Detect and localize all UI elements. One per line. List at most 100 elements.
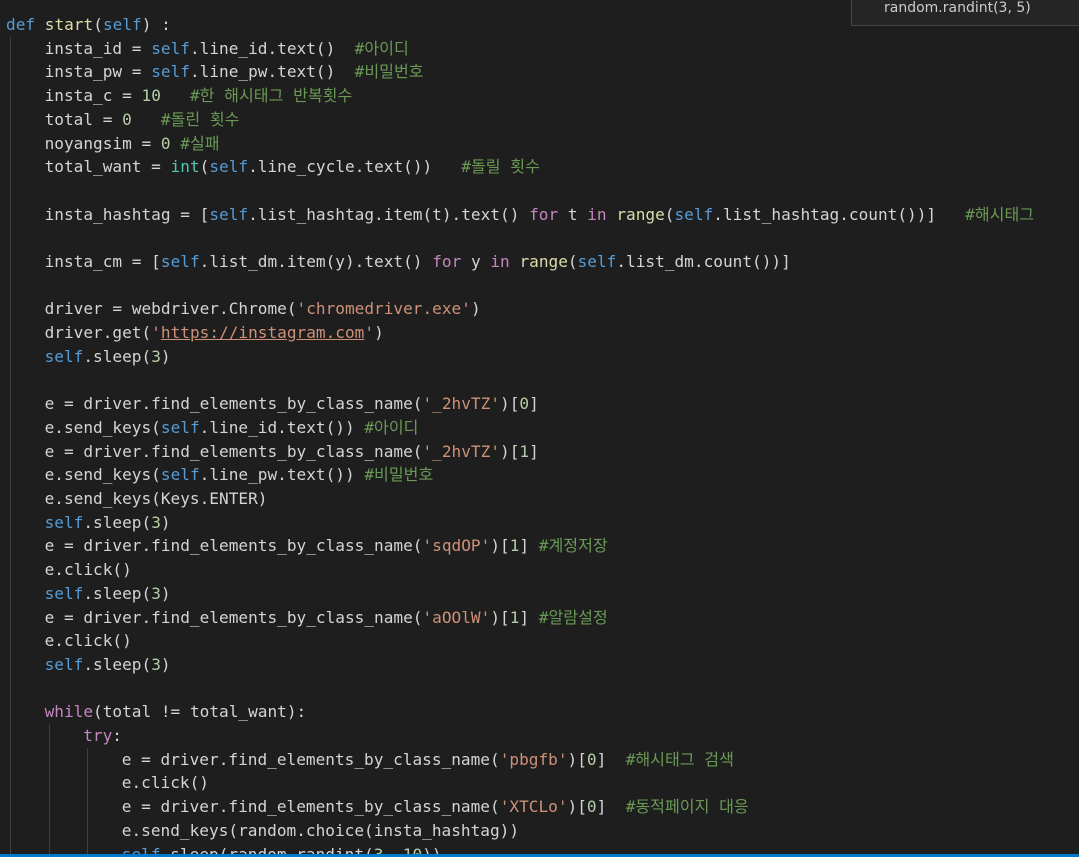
code-line[interactable]: insta_hashtag = [self.list_hashtag.item(… [45, 203, 1035, 227]
code-token: 1 [519, 441, 530, 461]
code-token: try [83, 726, 113, 745]
code-line[interactable]: noyangsim = 0 #실패 [45, 132, 220, 156]
code-line[interactable]: def start(self) : [6, 13, 171, 37]
code-token: .line_pw.text() [189, 62, 355, 82]
code-token: e.send_keys(Keys.ENTER) [44, 489, 268, 508]
code-token: start [44, 15, 94, 34]
code-token: (total != total_want): [93, 702, 307, 722]
code-line[interactable]: driver = webdriver.Chrome('chromedriver.… [45, 297, 481, 321]
code-token: e.click() [44, 631, 132, 651]
code-line[interactable]: self.sleep(3) [45, 511, 171, 535]
code-token: )[ [567, 749, 587, 769]
code-line[interactable]: e.click() [45, 629, 132, 653]
code-line[interactable]: insta_id = self.line_id.text() #아이디 [45, 37, 409, 61]
code-token: self [577, 252, 617, 271]
code-token: ) [160, 583, 171, 603]
code-line[interactable]: e.send_keys(self.line_pw.text()) #비밀번호 [45, 463, 434, 487]
code-token: 0 [586, 749, 597, 769]
indent-guide [87, 747, 89, 857]
code-token: self [102, 15, 142, 34]
code-line[interactable]: e = driver.find_elements_by_class_name('… [122, 748, 734, 772]
code-line[interactable]: total_want = int(self.line_cycle.text())… [45, 155, 540, 179]
code-line[interactable]: e = driver.find_elements_by_class_name('… [45, 440, 539, 464]
code-line[interactable]: self.sleep(3) [45, 582, 171, 606]
code-token: for [432, 252, 462, 271]
code-token: ) : [141, 15, 171, 34]
code-token: self [209, 204, 249, 224]
code-token: e = driver.find_elements_by_class_name( [44, 394, 423, 414]
code-line[interactable]: e = driver.find_elements_by_class_name('… [45, 392, 539, 416]
code-token: '_2hvTZ' [422, 394, 500, 414]
code-token: ( [93, 15, 103, 34]
code-token: #해시태그 검색 [625, 749, 734, 769]
code-token: ] [529, 394, 539, 414]
code-token: total_want = [44, 157, 171, 177]
code-token: ) [470, 299, 481, 319]
code-token: insta_id = [44, 38, 152, 58]
code-token: .line_pw.text()) [199, 465, 365, 485]
code-line[interactable]: e = driver.find_elements_by_class_name('… [122, 795, 749, 819]
code-token: 'pbgfb' [499, 749, 568, 769]
code-token: '_2hvTZ' [422, 441, 500, 461]
code-token: ' [364, 323, 375, 343]
code-token: in [490, 252, 510, 271]
code-token: self [44, 512, 84, 532]
code-line[interactable]: total = 0 #돌린 횟수 [45, 108, 240, 132]
code-token: #돌린 횟수 [160, 109, 240, 129]
code-token: range [519, 252, 568, 271]
code-line[interactable]: e.click() [122, 771, 209, 795]
code-token: 3 [151, 583, 161, 603]
code-token: https://instagram.com [160, 323, 365, 343]
code-token: 'aOOlW' [422, 607, 491, 627]
indent-guide [10, 36, 11, 857]
code-line[interactable]: insta_pw = self.line_pw.text() #비밀번호 [45, 60, 424, 84]
code-token: : [112, 726, 122, 745]
code-line[interactable]: e.send_keys(Keys.ENTER) [45, 487, 268, 511]
code-line[interactable]: e.click() [45, 558, 132, 582]
code-token: 'sqdOP' [422, 536, 491, 556]
code-line[interactable]: while(total != total_want): [45, 700, 307, 724]
code-token: )[ [567, 797, 587, 817]
code-token: e = driver.find_elements_by_class_name( [121, 749, 500, 769]
code-token: self [151, 62, 190, 82]
code-token: .line_id.text() [189, 38, 355, 58]
code-token: ] [529, 441, 539, 461]
code-token: driver = webdriver.Chrome( [44, 299, 297, 319]
code-token: .line_id.text()) [199, 417, 365, 437]
code-line[interactable]: e.send_keys(random.choice(insta_hashtag)… [122, 819, 519, 843]
code-token: while [44, 702, 94, 722]
code-token: 'XTCLo' [499, 797, 568, 817]
code-token: self [160, 252, 200, 271]
code-line[interactable]: insta_c = 10 #한 해시태그 반복횟수 [45, 84, 353, 108]
code-line[interactable]: self.sleep(3) [45, 345, 171, 369]
code-token: total = [44, 109, 123, 129]
code-line[interactable]: e = driver.find_elements_by_class_name('… [45, 534, 608, 558]
code-token: ] [519, 536, 539, 556]
code-token: .line_cycle.text()) [248, 157, 462, 177]
code-token: insta_hashtag = [ [44, 204, 210, 224]
code-line[interactable]: driver.get('https://instagram.com') [45, 321, 384, 345]
code-token: 0 [519, 394, 530, 414]
code-token: ) [160, 654, 171, 674]
code-line[interactable]: e = driver.find_elements_by_class_name('… [45, 606, 608, 630]
code-editor[interactable]: def start(self) : insta_id = self.line_id… [0, 0, 1079, 857]
code-line[interactable]: insta_cm = [self.list_dm.item(y).text() … [45, 250, 791, 274]
code-token: self [44, 583, 84, 603]
code-token: #계정저장 [538, 536, 608, 556]
code-line[interactable]: self.sleep(3) [45, 653, 171, 677]
code-token: 3 [151, 346, 161, 366]
code-line[interactable]: try: [83, 724, 122, 748]
code-token: #알람설정 [538, 607, 608, 627]
code-token: 0 [122, 109, 132, 129]
code-token: #한 해시태그 반복횟수 [189, 86, 353, 106]
code-token: self [151, 38, 190, 58]
code-token: e.click() [121, 773, 210, 793]
code-token: )[ [490, 536, 510, 556]
code-token: 3 [151, 654, 161, 674]
code-line[interactable]: e.send_keys(self.line_id.text()) #아이디 [45, 416, 419, 440]
code-token: e = driver.find_elements_by_class_name( [44, 607, 423, 627]
